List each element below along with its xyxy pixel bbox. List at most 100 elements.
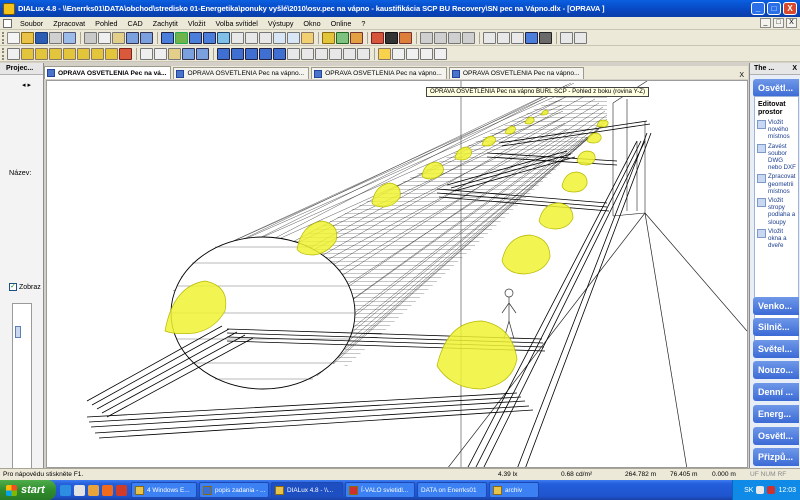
tab-3[interactable]: OPRAVA OSVETLENIA Pec na vápno... [311,67,447,79]
tab-2[interactable]: OPRAVA OSVETLENIA Pec na vápno... [173,67,310,79]
start-button[interactable]: start [0,480,56,500]
zoom-extents-icon[interactable] [259,31,272,44]
luminaire-selection-icon[interactable] [322,31,335,44]
delete-icon[interactable] [119,47,132,60]
view-side-icon[interactable] [203,31,216,44]
view-top-icon[interactable] [217,47,230,60]
calculation-icon[interactable] [350,31,363,44]
section-prizpusobit[interactable]: Přizpů... [753,448,799,466]
insert-room-item[interactable]: Vložit nového místnos [755,117,798,141]
section-venkovni[interactable]: Venko... [753,297,799,315]
help-pointer-icon-6[interactable] [357,47,370,60]
doc-close-button[interactable]: X [786,18,797,28]
copy-along-line-icon[interactable] [77,47,90,60]
globe-icon[interactable] [336,31,349,44]
section-osvetleni[interactable]: Osvětl... [753,427,799,445]
help-pointer-icon-4[interactable] [329,47,342,60]
help-pointer-icon[interactable] [287,47,300,60]
doc-restore-button[interactable]: □ [773,18,784,28]
page-icon[interactable] [511,31,524,44]
antivirus-icon[interactable] [767,486,776,494]
guide-panel-close-icon[interactable]: X [792,63,797,75]
menu-vlozit[interactable]: Vložit [183,19,211,28]
undo-icon-2[interactable] [182,47,195,60]
view-back-icon[interactable] [259,47,272,60]
import-dwg-label[interactable]: Zavést soubor DWG nebo DXF [768,143,796,172]
align-icon[interactable] [434,31,447,44]
walk-icon[interactable] [420,47,433,60]
column-layout-icon[interactable] [560,31,573,44]
section-nouzove[interactable]: Nouzo... [753,361,799,379]
document-icon[interactable] [3,18,12,28]
paste-icon[interactable] [112,31,125,44]
help-pointer-icon-3[interactable] [315,47,328,60]
light-icon[interactable] [301,31,314,44]
wireframe-scene[interactable] [47,81,748,468]
wireframe-icon[interactable] [217,31,230,44]
view-iso-icon[interactable] [273,47,286,60]
menu-cad[interactable]: CAD [123,19,148,28]
copy-icon-2[interactable] [154,47,167,60]
tab-1[interactable]: OPRAVA OSVETLENIA Pec na vá... [44,66,172,79]
show-checkbox[interactable]: ✓ [9,283,17,291]
toolbar-grip[interactable] [2,31,5,44]
pdf-export-icon[interactable] [525,31,538,44]
zoom-window-icon[interactable] [378,47,391,60]
dialux-app-icon[interactable] [3,2,15,15]
insert-room-label[interactable]: Vložit nového místnos [768,119,796,141]
arrange-icon[interactable] [420,31,433,44]
menu-help[interactable]: ? [356,19,370,28]
undo-icon[interactable] [126,31,139,44]
tab-close-icon[interactable]: X [735,72,748,79]
orbit-icon[interactable] [406,47,419,60]
copy-icon[interactable] [98,31,111,44]
task-data-enerrks01[interactable]: DATA on Enerrks01 [417,482,487,498]
section-energie[interactable]: Energ... [753,405,799,423]
view-3d-icon[interactable] [161,31,174,44]
network-icon[interactable] [756,486,765,494]
move-icon[interactable] [21,47,34,60]
select-arrow-icon[interactable] [7,47,20,60]
menu-zpracovat[interactable]: Zpracovat [48,19,90,28]
language-indicator[interactable]: SK [744,487,753,494]
tab-4[interactable]: OPRAVA OSVETLENIA Pec na vápno... [448,67,585,79]
cut-icon-2[interactable] [140,47,153,60]
task-ivalo[interactable]: Í-VALO svietidl... [345,482,415,498]
panel-layout-icon[interactable] [574,31,587,44]
task-popis-zadania[interactable]: popis zadania - ... [199,482,269,498]
save-icon[interactable] [35,31,48,44]
distribute-icon[interactable] [448,31,461,44]
print-icon[interactable] [49,31,62,44]
zoom-magnifier-icon[interactable] [392,47,405,60]
redo-icon[interactable] [140,31,153,44]
array-icon[interactable] [91,47,104,60]
cut-icon[interactable] [84,31,97,44]
slider-thumb[interactable] [15,326,21,338]
minimize-button[interactable]: _ [751,2,765,15]
document-icon-2[interactable] [483,31,496,44]
new-file-icon[interactable] [7,31,20,44]
edit-geometry-label[interactable]: Zpracovat geometrii místnos [768,173,796,195]
show-checkbox-row[interactable]: ✓ Zobraz [9,283,41,291]
task-dialux[interactable]: DIALux 4.8 - \\... [271,482,343,498]
menu-zachytit[interactable]: Zachytit [148,19,183,28]
panel-nav-arrows[interactable]: ◂ ▸ [22,81,31,89]
section-osvetleni-top[interactable]: Osvětl... [753,79,799,97]
section-svetelne[interactable]: Světel... [753,340,799,358]
menu-volba-svitidel[interactable]: Volba svítidel [210,19,262,28]
view-right-icon[interactable] [245,47,258,60]
pencil-icon[interactable] [371,31,384,44]
menu-vystupy[interactable]: Výstupy [263,19,299,28]
snap-icon[interactable] [462,31,475,44]
menu-online[interactable]: Online [326,19,357,28]
task-windows-explorer[interactable]: 4 Windows E... [131,482,197,498]
cad-3d-viewport[interactable] [46,80,748,468]
title-bar[interactable]: DIALux 4.8 - \\Enerrks01\DATA\obchod\str… [0,0,800,17]
edit-geometry-item[interactable]: Zpracovat geometrii místnos [755,171,798,195]
paste-icon-2[interactable] [168,47,181,60]
view-front-icon[interactable] [189,31,202,44]
fly-icon[interactable] [434,47,447,60]
menu-pohled[interactable]: Pohled [90,19,122,28]
section-denni[interactable]: Denní ... [753,383,799,401]
insert-ceilings-label[interactable]: Vložit stropy podlaha a sloupy [768,197,796,226]
